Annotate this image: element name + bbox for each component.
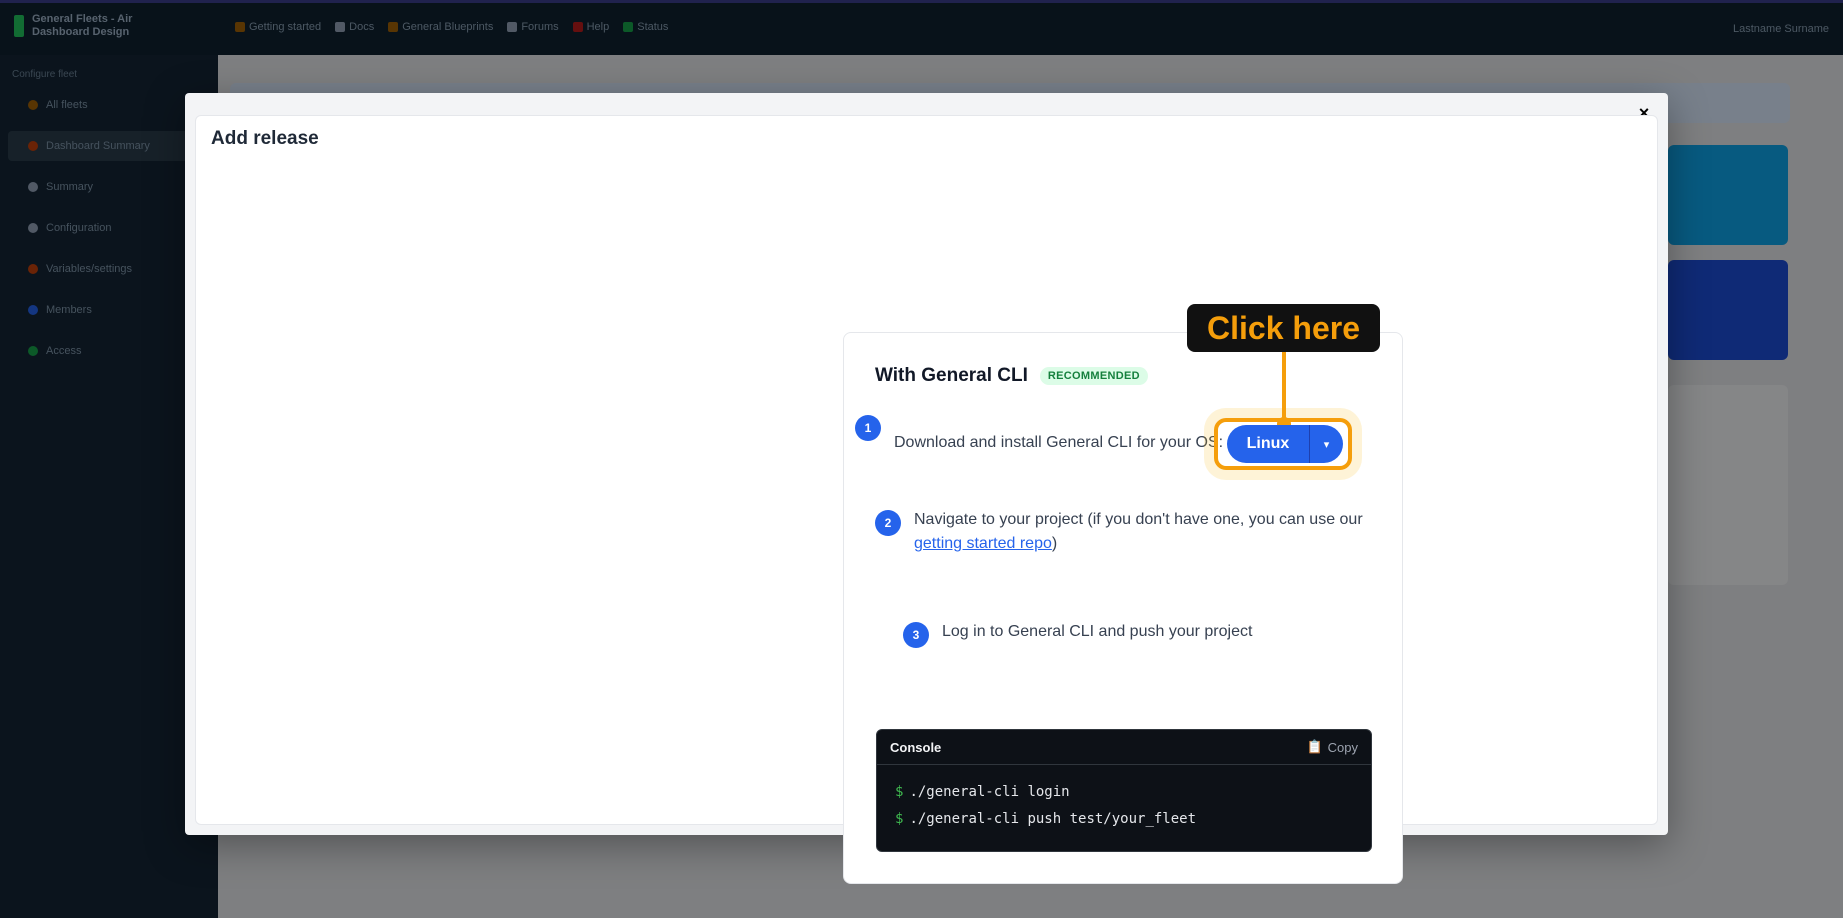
os-select-button[interactable]: Linux <box>1227 425 1309 463</box>
step-3-number: 3 <box>903 622 929 648</box>
callout-pointer <box>1282 352 1286 424</box>
cli-card: With General CLI RECOMMENDED 1 Download … <box>843 304 1403 884</box>
recommended-badge: RECOMMENDED <box>1039 367 1148 385</box>
os-select: Linux ▾ <box>1227 425 1343 463</box>
console-line: $ ./general-cli login <box>895 784 1070 800</box>
copy-label: Copy <box>1327 739 1358 755</box>
modal-title: Add release <box>211 128 319 149</box>
modal-body: Add release With General CLI RECOMMENDED… <box>195 115 1658 884</box>
step-1-text: Download and install General CLI for you… <box>894 434 1224 451</box>
clipboard-icon: 📋 <box>1306 739 1323 754</box>
click-here-callout: Click here <box>1187 304 1380 352</box>
chevron-down-icon[interactable]: ▾ <box>1309 425 1343 463</box>
add-release-modal: × Add release With General CLI RECOMMEND… <box>185 93 1668 884</box>
console-line: $ ./general-cli push test/your_fleet <box>895 811 1197 827</box>
console-block: Console 📋 Copy $ ./general-cli login $ ./g… <box>876 729 1372 852</box>
console-commands[interactable]: $ ./general-cli login $ ./general-cli push… <box>877 765 1371 847</box>
console-title: Console <box>890 739 942 755</box>
step-3-text: Log in to General CLI and push your proj… <box>942 623 1253 640</box>
step-2-number: 2 <box>875 510 901 536</box>
card-title: With General CLI <box>875 365 1028 386</box>
callout-pointer-tip <box>1277 417 1291 425</box>
copy-button[interactable]: 📋 Copy <box>1306 739 1358 755</box>
getting-started-repo-link[interactable]: getting started repo <box>914 535 1052 552</box>
step-2-text: Navigate to your project (if you don't h… <box>914 511 1363 552</box>
step-1-number: 1 <box>855 415 881 441</box>
